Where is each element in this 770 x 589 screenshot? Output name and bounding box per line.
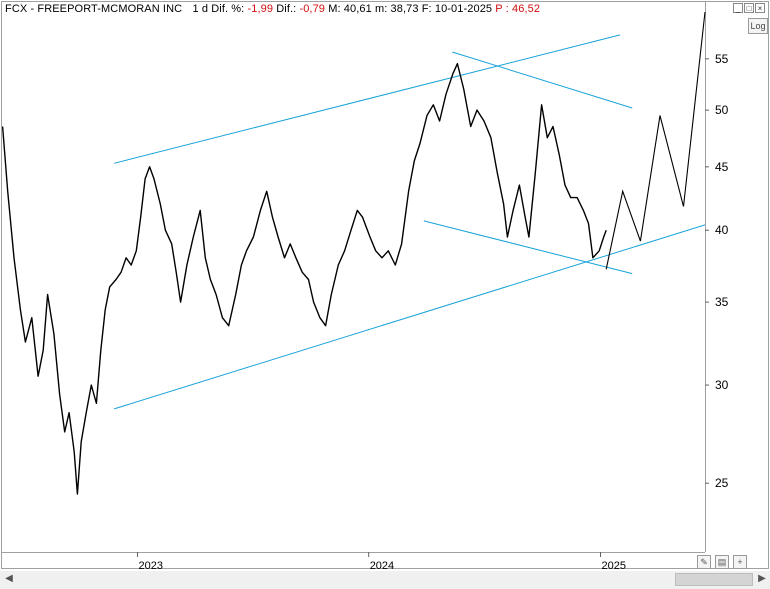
scroll-left-icon[interactable]: ◀	[2, 572, 16, 586]
y-tick-label: 45	[715, 160, 729, 174]
projection-line	[605, 11, 706, 270]
y-tick-label: 30	[715, 378, 729, 392]
price-chart: 25303540455055 2023 2024 2025	[2, 11, 729, 572]
pencil-icon[interactable]: ✎	[697, 555, 711, 569]
trendline-1	[113, 224, 705, 410]
y-tick-label: 50	[715, 103, 729, 117]
trendline-3	[452, 51, 633, 109]
scroll-right-icon[interactable]: ▶	[755, 572, 769, 586]
scrollbar-thumb[interactable]	[675, 573, 753, 586]
price-line	[2, 63, 607, 495]
trendline-2	[113, 34, 621, 164]
y-tick-label: 55	[715, 52, 729, 66]
chart-toolbar: ✎ ▤ +	[697, 555, 747, 569]
crosshair-icon[interactable]: +	[733, 555, 747, 569]
save-icon[interactable]: ▤	[715, 555, 729, 569]
y-tick-label: 35	[715, 295, 729, 309]
y-tick-label: 40	[715, 223, 729, 237]
y-tick-label: 25	[715, 476, 729, 490]
chart-window: FCX - FREEPORT-MCMORAN INC 1 d Dif. %: -…	[0, 0, 770, 589]
horizontal-scrollbar[interactable]	[0, 571, 770, 589]
